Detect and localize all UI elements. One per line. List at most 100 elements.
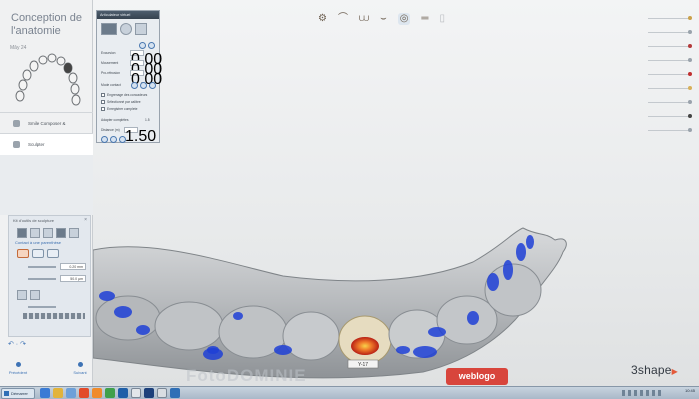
sculpt-toolbox: Kit d'outils de sculpture × Contact à un… bbox=[8, 215, 91, 337]
articulator-title: Articulateur virtuel bbox=[97, 11, 159, 19]
mode-icon[interactable] bbox=[140, 82, 147, 89]
step-smile-composer[interactable]: Smile Composer & bbox=[0, 112, 93, 134]
reset-icon[interactable] bbox=[110, 136, 117, 143]
tooth-crown[interactable] bbox=[282, 311, 340, 361]
pin-tool[interactable] bbox=[17, 290, 27, 300]
smooth-mode-button[interactable] bbox=[47, 249, 59, 258]
dental-model[interactable]: Y-17 bbox=[93, 0, 699, 386]
visibility-row[interactable] bbox=[648, 60, 690, 61]
visibility-row[interactable] bbox=[648, 18, 690, 19]
visibility-row[interactable] bbox=[648, 102, 690, 103]
visibility-row[interactable] bbox=[648, 130, 690, 131]
app-icon[interactable] bbox=[144, 388, 154, 398]
add-material-tool[interactable] bbox=[17, 228, 27, 238]
app-icon[interactable] bbox=[92, 388, 102, 398]
next-button[interactable]: Suivant bbox=[66, 362, 94, 382]
tooth-crown[interactable] bbox=[436, 295, 498, 345]
checkbox[interactable] bbox=[101, 100, 105, 105]
tooth-crown[interactable] bbox=[154, 301, 224, 351]
radius-slider[interactable]: 0.20 mm bbox=[24, 263, 88, 271]
checkbox-row[interactable]: Engrenage des concadeurs bbox=[101, 93, 147, 98]
visibility-toggle-icon[interactable] bbox=[688, 114, 692, 118]
checkbox[interactable] bbox=[101, 107, 105, 112]
excursion-field[interactable]: 0.00 bbox=[130, 50, 162, 68]
smooth-tool[interactable] bbox=[43, 228, 53, 238]
previous-button[interactable]: Précédent bbox=[4, 362, 32, 382]
preparation-icon[interactable]: ▯ bbox=[440, 13, 446, 25]
visibility-toggle-icon[interactable] bbox=[688, 72, 692, 76]
play-icon[interactable] bbox=[139, 42, 146, 49]
app-icon[interactable] bbox=[79, 388, 89, 398]
visibility-toggle-icon[interactable] bbox=[688, 30, 692, 34]
frame-view-icon[interactable] bbox=[135, 23, 147, 35]
visibility-toggle-icon[interactable] bbox=[688, 128, 692, 132]
mode-icon[interactable] bbox=[131, 82, 138, 89]
checkbox[interactable] bbox=[101, 93, 105, 98]
3d-viewport[interactable]: Y-17 bbox=[93, 0, 699, 386]
protrusion-field[interactable]: 0.00 bbox=[130, 70, 162, 88]
stop-icon[interactable] bbox=[148, 42, 155, 49]
slider-value[interactable]: 0.20 mm bbox=[60, 263, 86, 270]
dental-arch-icon[interactable] bbox=[12, 52, 82, 108]
adjust-value[interactable]: 1.5 bbox=[145, 118, 150, 122]
slider-track[interactable] bbox=[28, 266, 56, 268]
smile-composer-icon bbox=[13, 120, 20, 127]
both-jaws-icon[interactable]: ⩊ bbox=[359, 13, 369, 25]
slider-track[interactable] bbox=[28, 306, 56, 308]
previous-label: Précédent bbox=[8, 370, 28, 375]
upper-jaw-icon[interactable]: ⌒ bbox=[338, 13, 348, 25]
tooth-view-icon[interactable]: ◎ bbox=[397, 13, 411, 25]
scan-icon[interactable]: ═ bbox=[421, 13, 428, 25]
refresh-icon[interactable] bbox=[119, 136, 126, 143]
visibility-toggle-icon[interactable] bbox=[688, 58, 692, 62]
system-tray[interactable] bbox=[622, 390, 662, 396]
visibility-toggle-icon[interactable] bbox=[688, 86, 692, 90]
window-icon[interactable] bbox=[131, 388, 141, 398]
remove-material-tool[interactable] bbox=[30, 228, 40, 238]
ie-icon[interactable] bbox=[40, 388, 50, 398]
panel-footer-buttons bbox=[101, 136, 126, 143]
checkbox-row[interactable]: Enregistrer complete bbox=[101, 107, 137, 112]
folder-icon[interactable] bbox=[53, 388, 63, 398]
step-sculpt[interactable]: Sculpter bbox=[0, 133, 93, 155]
undo-redo[interactable]: ↶ · ↷ bbox=[8, 340, 68, 354]
size-slider[interactable] bbox=[24, 303, 88, 311]
visibility-toggle-icon[interactable] bbox=[688, 100, 692, 104]
morph-tool[interactable] bbox=[56, 228, 66, 238]
remove-mode-button[interactable] bbox=[32, 249, 44, 258]
app-icon[interactable] bbox=[118, 388, 128, 398]
chrome-icon[interactable] bbox=[105, 388, 115, 398]
visibility-row[interactable] bbox=[648, 32, 690, 33]
checkbox-row[interactable]: Sélectionné par calibre bbox=[101, 100, 141, 105]
app-icon[interactable] bbox=[170, 388, 180, 398]
slider-value[interactable]: 50.0 µm bbox=[60, 275, 86, 282]
tool-presets-strip[interactable] bbox=[23, 313, 85, 319]
slider-track[interactable] bbox=[28, 278, 56, 280]
start-button[interactable]: Démarrer bbox=[1, 388, 35, 399]
sphere-view-icon[interactable] bbox=[120, 23, 132, 35]
mode-icon[interactable] bbox=[149, 82, 156, 89]
media-icon[interactable] bbox=[66, 388, 76, 398]
visibility-toggle-icon[interactable] bbox=[688, 16, 692, 20]
distance-label: Distance (m) bbox=[101, 128, 120, 132]
strength-slider[interactable]: 50.0 µm bbox=[24, 275, 88, 283]
movement-field[interactable]: 0.00 bbox=[130, 60, 162, 78]
confirm-icon[interactable] bbox=[101, 136, 108, 143]
wax-knife-tool[interactable] bbox=[69, 228, 79, 238]
lower-jaw-icon[interactable]: ⌣ bbox=[380, 13, 387, 25]
distance-field[interactable]: 1.50 bbox=[124, 127, 156, 145]
visibility-row[interactable] bbox=[648, 74, 690, 75]
articulator-view-icon[interactable] bbox=[101, 23, 117, 35]
close-icon[interactable]: × bbox=[84, 217, 87, 223]
window-icon[interactable] bbox=[157, 388, 167, 398]
clock[interactable]: 10:45 bbox=[685, 388, 695, 393]
tooth-label: Mây 24 bbox=[10, 45, 27, 51]
visibility-toggle-icon[interactable] bbox=[688, 44, 692, 48]
visibility-row[interactable] bbox=[648, 116, 690, 117]
visibility-row[interactable] bbox=[648, 88, 690, 89]
articulator-icon[interactable]: ⚙ bbox=[318, 13, 327, 25]
grid-tool[interactable] bbox=[30, 290, 40, 300]
add-mode-button[interactable] bbox=[17, 249, 29, 258]
tooth-crown[interactable] bbox=[95, 295, 161, 341]
visibility-row[interactable] bbox=[648, 46, 690, 47]
